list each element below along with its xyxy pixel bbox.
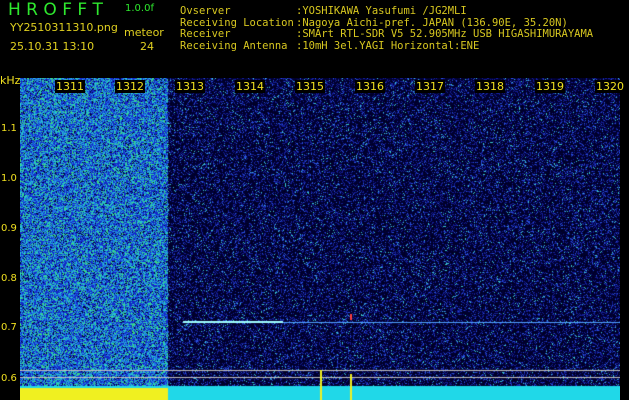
spectrogram bbox=[20, 78, 620, 400]
x-tick-label: 1316 bbox=[355, 80, 385, 93]
x-tick-label: 1317 bbox=[415, 80, 445, 93]
app-version: 1.0.0f bbox=[125, 3, 154, 14]
x-tick-label: 1314 bbox=[235, 80, 265, 93]
y-axis-unit: kHz bbox=[0, 74, 20, 87]
info-value: :YOSHIKAWA Yasufumi /JG2MLI bbox=[296, 6, 467, 18]
x-tick-label: 1313 bbox=[175, 80, 205, 93]
y-tick-label: 0.8 bbox=[1, 273, 17, 284]
info-row: Receiving Antenna :10mH 3el.YAGI Horizont… bbox=[180, 41, 625, 53]
y-tick-label: 0.6 bbox=[1, 373, 17, 384]
meteor-count: 24 bbox=[140, 40, 154, 53]
info-value: :10mH 3el.YAGI Horizontal:ENE bbox=[296, 41, 479, 53]
y-tick-label: 0.7 bbox=[1, 322, 17, 333]
file-datetime: 25.10.31 13:10 bbox=[10, 40, 94, 53]
x-tick-label: 1311 bbox=[55, 80, 85, 93]
info-label: Ovserver bbox=[180, 5, 231, 17]
info-label: Receiving Location bbox=[180, 17, 294, 29]
y-tick-label: 0.9 bbox=[1, 223, 17, 234]
y-tick-label: 1.1 bbox=[1, 123, 17, 134]
info-panel: Ovserver:YOSHIKAWA Yasufumi /JG2MLI Recei… bbox=[180, 6, 625, 53]
x-tick-label: 1312 bbox=[115, 80, 145, 93]
info-label: Receiving Antenna bbox=[180, 40, 287, 52]
file-name: YY2510311310.png bbox=[10, 21, 118, 34]
x-tick-label: 1318 bbox=[475, 80, 505, 93]
x-tick-label: 1320 bbox=[595, 80, 625, 93]
x-tick-label: 1319 bbox=[535, 80, 565, 93]
y-tick-label: 1.0 bbox=[1, 173, 17, 184]
meteor-label: meteor bbox=[124, 26, 164, 39]
info-label: Receiver bbox=[180, 28, 231, 40]
x-tick-label: 1315 bbox=[295, 80, 325, 93]
app-title: H R O F F T bbox=[8, 0, 103, 20]
